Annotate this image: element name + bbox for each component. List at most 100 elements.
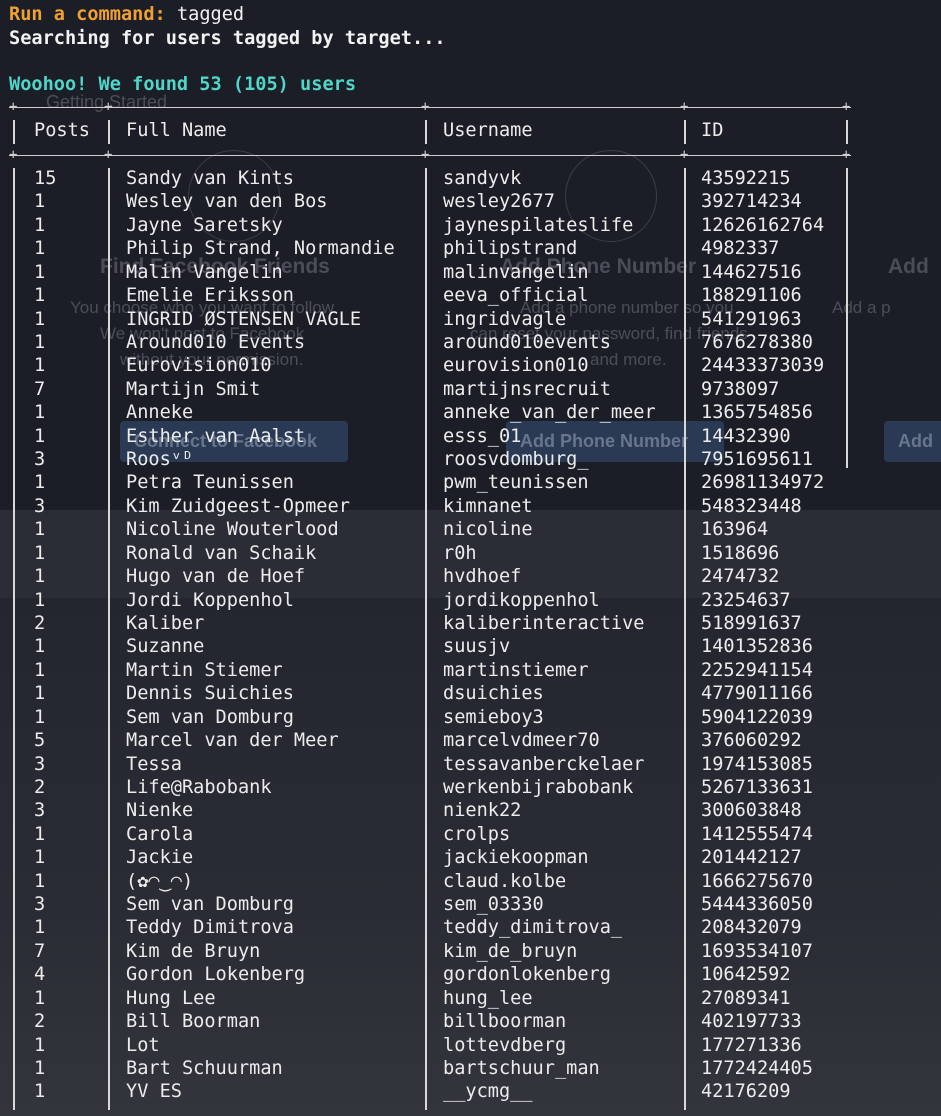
id-cell: 1693534107 [701,940,813,962]
posts-cell: 3 [34,495,46,517]
full-name-cell: Malin Vangelin [126,261,283,283]
table-top-border [9,107,851,108]
full-name-cell: Dennis Suichies [126,683,294,705]
username-cell: hvdhoef [443,566,522,588]
username-cell: semieboy3 [443,706,544,728]
username-cell: hung_lee [443,987,533,1009]
id-cell: 5444336050 [701,894,813,916]
table-column-separator [846,120,848,144]
posts-cell: 2 [34,1011,46,1033]
full-name-cell: Ronald van Schaik [126,542,317,564]
full-name-cell: Jordi Koppenhol [126,589,294,611]
posts-cell: 1 [34,1081,46,1103]
id-cell: 23254637 [701,589,791,611]
id-cell: 541291963 [701,308,802,330]
add-profile-desc: Add a p [832,298,891,317]
full-name-cell: Carola [126,823,194,845]
id-cell: 1401352836 [701,636,813,658]
posts-cell: 3 [34,753,46,775]
id-cell: 1518696 [701,542,780,564]
id-cell: 26981134972 [701,472,825,494]
table-corner: + [104,147,113,163]
id-cell: 548323448 [701,495,802,517]
full-name-cell: Anneke [126,402,194,424]
status-line: Searching for users tagged by target... [9,28,446,49]
full-name-cell: Lot [126,1034,160,1056]
table-corner: + [421,147,430,163]
posts-cell: 1 [34,1034,46,1056]
id-cell: 4779011166 [701,683,813,705]
username-cell: pwm_teunissen [443,472,589,494]
posts-cell: 1 [34,472,46,494]
id-cell: 12626162764 [701,214,825,236]
full-name-cell: Jackie [126,847,194,869]
id-cell: 1772424405 [701,1057,813,1079]
posts-cell: 3 [34,894,46,916]
table-corner: + [9,147,18,163]
username-cell: kim_de_bruyn [443,940,578,962]
command-prompt-line: Run a command: tagged [9,3,244,26]
id-cell: 376060292 [701,730,802,752]
id-cell: 208432079 [701,917,802,939]
posts-cell: 1 [34,636,46,658]
full-name-cell: (✿◠‿◠) [126,870,194,892]
table-corner: + [842,147,851,163]
full-name-cell: Eurovision010 [126,355,272,377]
full-name-cell: Martijn Smit [126,378,261,400]
full-name-cell: YV ES [126,1081,182,1103]
posts-cell: 1 [34,402,46,424]
username-cell: marcelvdmeer70 [443,730,600,752]
posts-cell: 4 [34,964,46,986]
column-header-id: ID [701,120,724,141]
username-cell: tessavanberckelaer [443,753,645,775]
id-cell: 43592215 [701,168,791,189]
id-cell: 188291106 [701,285,802,307]
full-name-cell: Life@Rabobank [126,776,272,798]
posts-cell: 5 [34,730,46,752]
table-column-separator [425,168,427,1110]
posts-cell: 1 [34,285,46,307]
id-cell: 9738097 [701,378,780,400]
posts-cell: 1 [34,214,46,236]
posts-cell: 1 [34,566,46,588]
id-cell: 144627516 [701,261,802,283]
posts-cell: 1 [34,659,46,681]
id-cell: 14432390 [701,425,791,447]
full-name-cell: Kim Zuidgeest-Opmeer [126,495,350,517]
full-name-cell: Nicoline Wouterlood [126,519,339,541]
username-cell: around010events [443,331,611,353]
id-cell: 300603848 [701,800,802,822]
username-cell: anneke_van_der_meer [443,402,656,424]
full-name-cell: Petra Teunissen [126,472,294,494]
posts-cell: 1 [34,261,46,283]
id-cell: 4982337 [701,238,780,260]
posts-cell: 1 [34,706,46,728]
username-cell: crolps [443,823,511,845]
add-profile-title: Add [888,255,929,278]
command-text: tagged [176,4,245,25]
posts-cell: 3 [34,800,46,822]
add-profile-button[interactable]: Add [884,421,941,462]
username-cell: gordonlokenberg [443,964,611,986]
username-cell: werkenbijrabobank [443,776,634,798]
id-cell: 1974153085 [701,753,813,775]
full-name-cell: Around010 Events [126,331,306,353]
id-cell: 201442127 [701,847,802,869]
id-cell: 518991637 [701,612,802,634]
posts-cell: 1 [34,308,46,330]
posts-cell: 1 [34,917,46,939]
column-header-posts: Posts [34,120,90,141]
posts-cell: 7 [34,378,46,400]
username-cell: jordikoppenhol [443,589,600,611]
full-name-cell: Sandy van Kints [126,168,294,189]
username-cell: sem_03330 [443,894,544,916]
posts-cell: 1 [34,870,46,892]
username-cell: jaynespilateslife [443,214,634,236]
username-cell: malinvangelin [443,261,589,283]
full-name-cell: Suzanne [126,636,205,658]
id-cell: 2474732 [701,566,780,588]
username-cell: dsuichies [443,683,544,705]
id-cell: 42176209 [701,1081,791,1103]
username-cell: philipstrand [443,238,578,260]
full-name-cell: Philip Strand, Normandie [126,238,395,260]
